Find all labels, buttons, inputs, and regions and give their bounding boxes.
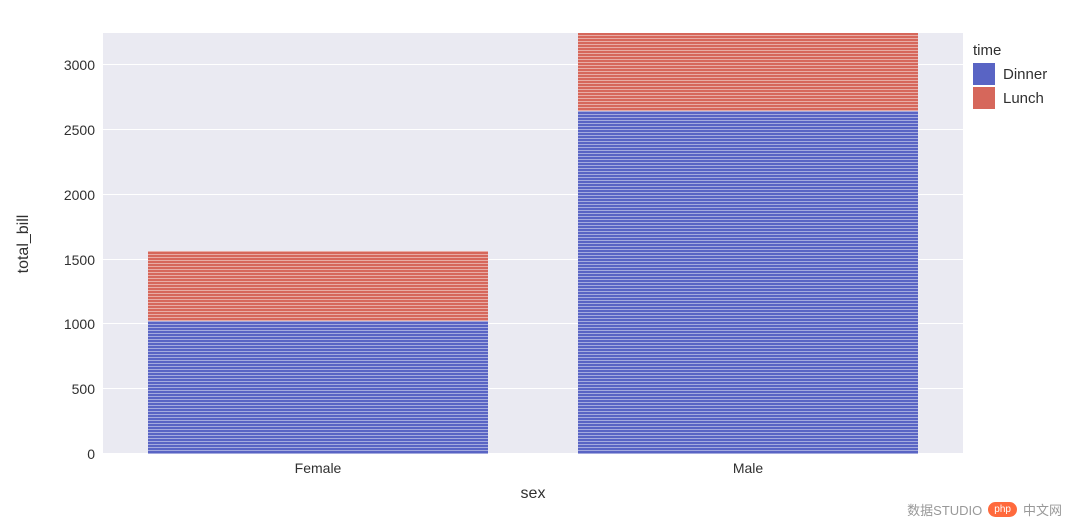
- plot-area: [103, 33, 963, 454]
- x-tick-label: Female: [295, 460, 342, 476]
- y-tick-label: 500: [45, 381, 95, 397]
- y-tick-label: 2500: [45, 122, 95, 138]
- watermark-badge: php: [988, 502, 1017, 517]
- legend-label: Dinner: [1003, 66, 1047, 83]
- y-tick-label: 0: [45, 446, 95, 462]
- watermark: 数据STUDIO php 中文网: [907, 500, 1062, 519]
- bar-male-lunch: [578, 33, 918, 111]
- x-axis-label: sex: [521, 485, 546, 503]
- x-tick-label: Male: [733, 460, 763, 476]
- bar-male-dinner: [578, 111, 918, 454]
- legend-item-dinner: Dinner: [973, 63, 1047, 85]
- legend: time Dinner Lunch: [973, 42, 1047, 111]
- y-tick-label: 3000: [45, 57, 95, 73]
- legend-label: Lunch: [1003, 90, 1044, 107]
- chart-container: 0 500 1000 1500 2000 2500 3000 Female Ma…: [0, 0, 1080, 525]
- watermark-text: 中文网: [1023, 500, 1062, 519]
- legend-swatch: [973, 87, 995, 109]
- legend-title: time: [973, 42, 1047, 59]
- watermark-text: 数据STUDIO: [907, 500, 982, 519]
- bar-female-lunch: [148, 251, 488, 322]
- y-tick-label: 2000: [45, 187, 95, 203]
- legend-item-lunch: Lunch: [973, 87, 1047, 109]
- y-tick-label: 1500: [45, 252, 95, 268]
- bar-female-dinner: [148, 321, 488, 454]
- y-axis-label: total_bill: [15, 215, 33, 274]
- legend-swatch: [973, 63, 995, 85]
- y-tick-label: 1000: [45, 316, 95, 332]
